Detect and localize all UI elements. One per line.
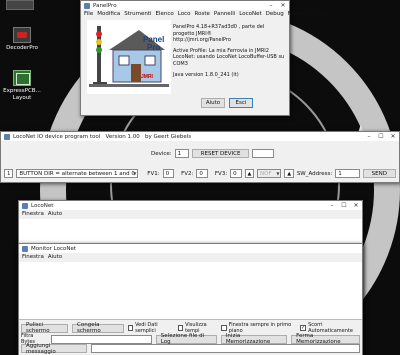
minimize-icon[interactable]: – — [265, 1, 277, 10]
minimize-icon[interactable]: – — [326, 201, 338, 210]
monitor-loconet-window: Monitor LocoNet Finestra Aiuto Pulisci s… — [18, 243, 363, 355]
expresspcb-icon — [13, 70, 31, 86]
menu-finestra[interactable]: Finestra — [22, 211, 44, 217]
device-field[interactable]: 1 — [174, 149, 189, 158]
app-icon — [22, 202, 28, 209]
freeze-screen-button[interactable]: Congela schermo — [72, 322, 124, 334]
desktop-icon-label: DecoderPro — [6, 45, 38, 51]
checkmark-icon: ✓ — [300, 324, 307, 331]
chevron-down-icon: ▼ — [276, 171, 280, 176]
active-profile: Active Profile: La mia Ferrovia in JMRI2 — [173, 47, 269, 54]
menu-pannelli[interactable]: Pannelli — [214, 11, 235, 17]
maximize-icon[interactable]: ☐ — [338, 201, 350, 210]
choose-log-file-button[interactable]: Selezione file di Log — [155, 333, 217, 345]
start-logging-button[interactable]: Inizia Memorizzazione — [220, 333, 288, 345]
desktop-icon-decoderpro[interactable]: DecoderPro — [2, 27, 42, 52]
maximize-icon[interactable]: ☐ — [375, 132, 387, 141]
send-button[interactable]: SEND — [362, 169, 396, 178]
disabled-select[interactable]: NOF ▼ — [257, 169, 282, 178]
checkbox-box — [127, 325, 134, 331]
fv1-label: FV1: — [147, 170, 160, 177]
close-icon[interactable]: ✕ — [277, 1, 289, 10]
loconet-io-window: LocoNet IO device program tool Version 1… — [0, 131, 400, 183]
titlebar[interactable]: LocoNet – ☐ ✕ — [19, 201, 362, 210]
app-icon — [22, 245, 28, 252]
connection-info: LocoNet: usando LocoNet LocoBuffer-USB s… — [173, 54, 285, 67]
sw-address-field[interactable]: 1 — [335, 169, 360, 178]
panelpro-about-window: PanelPro – ✕ File Modifica Strumenti Ele… — [80, 0, 328, 116]
menu-strumenti[interactable]: Strumenti — [124, 11, 151, 17]
menubar: Finestra Aiuto — [19, 253, 362, 261]
fv3-field[interactable]: 0 — [230, 169, 242, 178]
value-spinner[interactable]: ▲ — [244, 169, 255, 178]
menu-loconet[interactable]: LocoNet — [239, 11, 261, 17]
device-label: Device: — [151, 150, 172, 157]
menu-aiuto[interactable]: Aiuto — [48, 211, 62, 217]
stop-logging-button[interactable]: Ferma Memorizzazione — [291, 333, 360, 345]
message-field[interactable] — [90, 344, 360, 353]
add-message-button[interactable]: Aggiungi messaggio — [21, 343, 87, 355]
menu-roste[interactable]: Roste — [195, 11, 210, 17]
desktop-icon-label: ExpressPCB... — [3, 88, 41, 94]
menu-finestra[interactable]: Finestra — [288, 11, 310, 17]
checkbox-box — [177, 325, 184, 331]
titlebar[interactable]: PanelPro – ✕ — [81, 1, 289, 10]
panelpro-logo: Panel Pro JMRI — [87, 20, 171, 94]
titlebar[interactable]: Monitor LocoNet — [19, 244, 362, 253]
window-title: PanelPro — [93, 2, 117, 9]
clear-screen-button[interactable]: Pulisci schermo — [21, 322, 69, 334]
window-title: LocoNet IO device program tool Version 1… — [13, 133, 192, 140]
window-title: Monitor LocoNet — [31, 245, 77, 252]
menu-finestra[interactable]: Finestra — [22, 254, 44, 260]
reset-status-field[interactable] — [252, 149, 275, 158]
fv2-label: FV2: — [181, 170, 194, 177]
close-icon[interactable]: ✕ — [350, 201, 362, 210]
output-spinner[interactable]: 1 — [4, 169, 14, 178]
address-spinner[interactable]: ▲ — [284, 169, 294, 178]
menu-debug[interactable]: Debug — [266, 11, 284, 17]
java-version: Java version 1.8.0_241 (it) — [173, 71, 239, 78]
version-line: PanelPro 4.18+R37ad3d0 , parte del proge… — [173, 24, 265, 37]
desktop-icon-label: Layout — [12, 94, 32, 101]
desktop-icon-top[interactable] — [6, 0, 34, 10]
desktop-icon-expresspcb[interactable]: ExpressPCB... Layout — [2, 70, 42, 101]
menu-file[interactable]: File — [84, 11, 93, 17]
menu-modifica[interactable]: Modifica — [97, 11, 120, 17]
monitor-log-area[interactable] — [19, 262, 362, 320]
minimize-icon[interactable]: – — [363, 132, 375, 141]
app-icon — [4, 133, 10, 140]
disabled-select-value: NOF — [260, 170, 272, 177]
sw-address-label: SW_Address: — [296, 170, 333, 177]
titlebar[interactable]: LocoNet IO device program tool Version 1… — [1, 132, 399, 141]
project-url[interactable]: http://jmri.org/PanelPro — [173, 37, 231, 43]
exit-button[interactable]: Esci — [229, 98, 253, 108]
close-icon[interactable]: ✕ — [387, 132, 399, 141]
checkbox-box — [221, 325, 227, 331]
fv1-field[interactable]: 0 — [162, 169, 175, 178]
menu-loco[interactable]: Loco — [178, 11, 191, 17]
decoderpro-icon — [13, 27, 31, 43]
menu-aiuto[interactable]: Aiuto — [314, 11, 328, 17]
help-button[interactable]: Aiuto — [201, 98, 225, 108]
reset-device-button[interactable]: RESET DEVICE — [191, 149, 250, 158]
chevron-down-icon: ▼ — [133, 171, 137, 176]
window-title: LocoNet — [31, 202, 54, 209]
mode-select-value: BUTTON DIR = alternate between 1 and 0 — [19, 170, 135, 177]
about-info: PanelPro 4.18+R37ad3d0 , parte del proge… — [173, 24, 285, 82]
logo-text: Pro — [147, 43, 160, 52]
logo-jmri: JMRI — [141, 74, 154, 80]
app-icon — [84, 2, 90, 9]
menu-elenco[interactable]: Elenco — [156, 11, 174, 17]
mode-select[interactable]: BUTTON DIR = alternate between 1 and 0 ▼ — [16, 169, 139, 178]
menubar: Finestra Aiuto — [19, 210, 362, 218]
menubar: File Modifica Strumenti Elenco Loco Rost… — [81, 10, 328, 18]
fv3-label: FV3: — [214, 170, 228, 177]
fv2-field[interactable]: 0 — [196, 169, 208, 178]
menu-aiuto[interactable]: Aiuto — [48, 254, 62, 260]
